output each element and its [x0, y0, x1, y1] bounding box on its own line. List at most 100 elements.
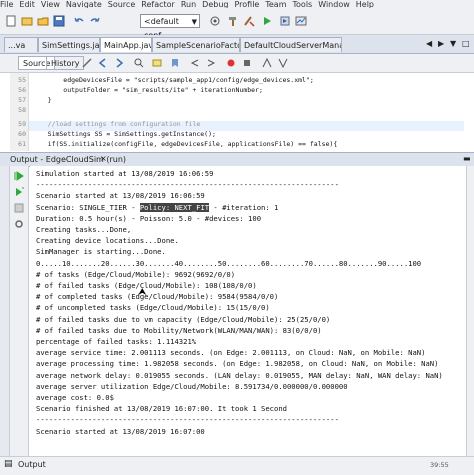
chevron-right-icon[interactable]: ▶: [438, 39, 444, 48]
tab-label: SimSettings.java: [42, 41, 100, 50]
menu-item[interactable]: Profile: [234, 0, 259, 9]
code-line: }: [32, 96, 52, 104]
code-line: //load settings from configuration file: [32, 120, 201, 128]
new-project-icon[interactable]: [20, 14, 34, 28]
console-line: Simulation started at 13/08/2019 16:06:5…: [36, 169, 214, 178]
menu-item[interactable]: Team: [265, 0, 286, 9]
console-line: Creating device locations...Done.: [36, 236, 179, 246]
code-line: edgeDevicesFile = "scripts/sample_app1/c…: [32, 76, 314, 84]
line-number: 58: [18, 106, 26, 114]
menu-item[interactable]: File: [0, 0, 13, 9]
profile-icon[interactable]: [294, 14, 308, 28]
console-line: # of tasks (Edge/Cloud/Mobile): 9692(969…: [36, 269, 236, 279]
console-line: Scenario started at 13/08/2019 16:06:59: [36, 191, 205, 201]
console-line: # of failed tasks due to Mobility/Networ…: [36, 325, 322, 335]
menu-item[interactable]: Debug: [202, 0, 228, 9]
shift-left-icon[interactable]: [188, 56, 202, 70]
caret-position: 39:55: [430, 461, 449, 469]
left-edge-bar: [0, 166, 10, 456]
line-number: 55: [18, 76, 26, 84]
menu-item[interactable]: Navigate: [66, 0, 102, 9]
forward-icon[interactable]: [112, 56, 126, 70]
history-view-label: History: [51, 59, 80, 68]
rerun-with-params-icon[interactable]: [13, 186, 25, 198]
menu-item[interactable]: Source: [108, 0, 135, 9]
menu-item[interactable]: Edit: [19, 0, 35, 9]
console-line: Scenario finished at 13/08/2019 16:07:00…: [36, 404, 287, 414]
status-output-label[interactable]: Output: [18, 459, 46, 471]
main-toolbar: <default conf... ▼: [0, 8, 474, 40]
tab-truncated[interactable]: ...va: [4, 37, 38, 52]
tab-simsettings[interactable]: SimSettings.java×: [38, 37, 100, 52]
console-line: average network delay: 0.019055 seconds.…: [36, 370, 443, 380]
back-icon[interactable]: [96, 56, 110, 70]
output-side-toolbar: [10, 166, 29, 456]
console-line: # of uncompleted tasks (Edge/Cloud/Mobil…: [36, 303, 270, 313]
output-tab-bar: Output - EdgeCloudSim (run) × ▬: [0, 152, 474, 167]
menu-bar: File Edit View Navigate Source Refactor Run Deb…: [0, 0, 474, 8]
console-line: # of completed tasks (Edge/Cloud/Mobile)…: [36, 292, 279, 302]
status-bar: ▤ Output 39:55: [0, 456, 474, 475]
output-console[interactable]: Simulation started at 13/08/2019 16:06:5…: [30, 166, 466, 456]
history-view-button[interactable]: History: [46, 56, 85, 70]
console-line: Creating tasks...Done,: [36, 225, 132, 234]
tab-label: MainApp.java: [104, 41, 151, 50]
line-number: 61: [18, 140, 26, 148]
shift-right-icon[interactable]: [204, 56, 218, 70]
close-icon[interactable]: ×: [100, 154, 107, 163]
tab-label: DefaultCloudServerManager.java: [244, 41, 342, 50]
console-scrollbar[interactable]: [466, 166, 474, 456]
output-tab-title[interactable]: Output - EdgeCloudSim (run): [10, 154, 126, 165]
editor-tabs: ...va SimSettings.java× MainApp.java× Sa…: [0, 35, 474, 54]
stop-macro-icon[interactable]: [240, 56, 254, 70]
clean-build-icon[interactable]: [242, 14, 256, 28]
run-icon[interactable]: [260, 14, 274, 28]
toggle-bookmark-icon[interactable]: [168, 56, 182, 70]
console-line: 0.....10.......20......30.......40......…: [36, 258, 422, 268]
uncomment-icon[interactable]: [276, 56, 290, 70]
tab-label: ...va: [8, 41, 26, 50]
find-icon[interactable]: [132, 56, 146, 70]
chevron-left-icon[interactable]: ◀: [426, 39, 432, 48]
console-line: Scenario: SINGLE_TIER - Policy: NEXT_FIT…: [36, 202, 279, 212]
toggle-highlight-icon[interactable]: [150, 56, 164, 70]
redo-icon[interactable]: [88, 14, 102, 28]
console-line: SimManager is starting...Done.: [36, 247, 166, 257]
code-line: outputFolder = "sim_results/ite" + itera…: [32, 86, 263, 94]
line-number: 57: [18, 96, 26, 104]
code-line: if(SS.initialize(configFile, edgeDevices…: [32, 140, 338, 148]
target-icon[interactable]: [208, 14, 222, 28]
minimize-icon[interactable]: ▬: [463, 154, 471, 163]
console-line: # of failed tasks due to vm capacity (Ed…: [36, 314, 331, 324]
record-macro-icon[interactable]: [224, 56, 238, 70]
menu-item[interactable]: Help: [356, 0, 374, 9]
last-edit-icon[interactable]: [80, 56, 94, 70]
menu-item[interactable]: View: [41, 0, 60, 9]
debug-icon[interactable]: [278, 14, 292, 28]
stop-icon[interactable]: [13, 202, 25, 214]
configuration-select[interactable]: <default conf... ▼: [140, 14, 200, 40]
settings-icon[interactable]: [13, 218, 25, 230]
menu-item[interactable]: Window: [318, 0, 350, 9]
menu-item[interactable]: Refactor: [141, 0, 175, 9]
tab-list-icon[interactable]: ▼: [450, 39, 456, 48]
editor-toolbar: Source History: [0, 54, 474, 73]
open-project-icon[interactable]: [36, 14, 50, 28]
tab-mainapp[interactable]: MainApp.java×: [100, 37, 152, 52]
menu-item[interactable]: Tools: [293, 0, 313, 9]
build-hammer-icon[interactable]: [226, 14, 240, 28]
line-gutter: 55 56 57 58 59 60 61: [10, 73, 29, 151]
new-file-icon[interactable]: [4, 14, 18, 28]
tab-defaultcloudservermanager[interactable]: DefaultCloudServerManager.java×: [240, 37, 342, 52]
mouse-pointer-icon: ⮝: [138, 287, 147, 298]
maximize-icon[interactable]: □: [462, 39, 470, 48]
undo-icon[interactable]: [72, 14, 86, 28]
save-all-icon[interactable]: [52, 14, 66, 28]
rerun-icon[interactable]: [13, 170, 25, 182]
line-number: 59: [18, 120, 26, 128]
tab-samplescenariofactory[interactable]: SampleScenarioFactory.java×: [152, 37, 240, 52]
code-editor[interactable]: 55 56 57 58 59 60 61 edgeDevicesFile = "…: [0, 73, 474, 151]
comment-icon[interactable]: [260, 56, 274, 70]
line-number: 56: [18, 86, 26, 94]
menu-item[interactable]: Run: [181, 0, 196, 9]
